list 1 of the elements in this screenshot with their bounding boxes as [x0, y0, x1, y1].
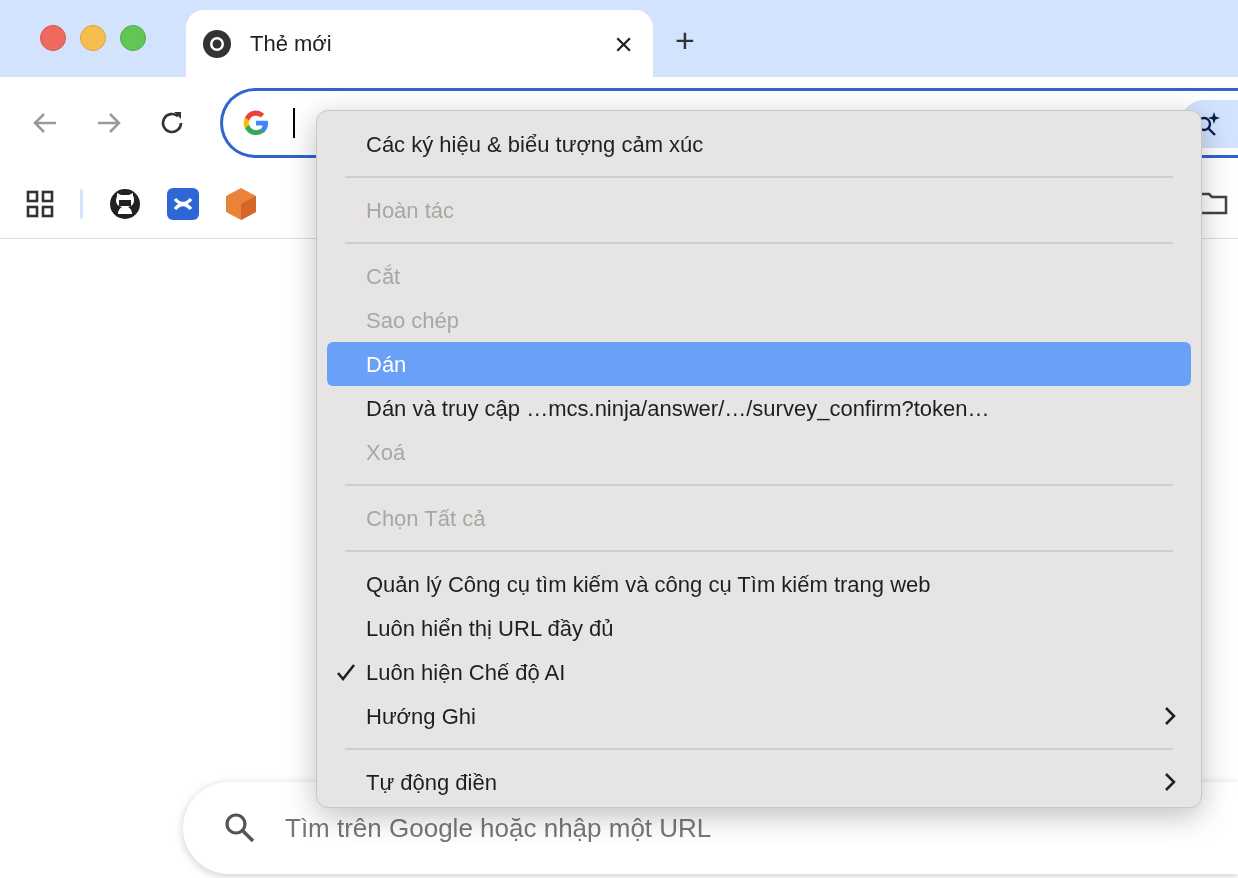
tab-title: Thẻ mới: [250, 30, 333, 58]
